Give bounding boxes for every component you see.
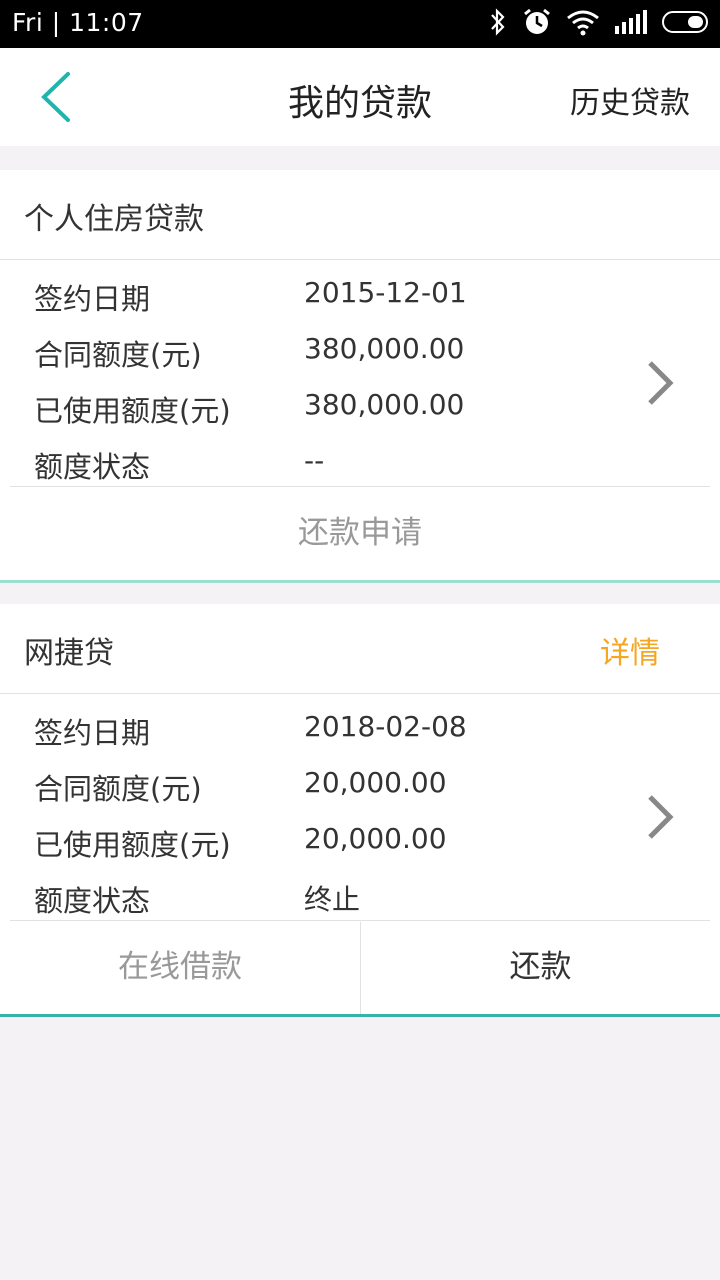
row-label: 已使用额度(元): [34, 828, 231, 862]
repay-button[interactable]: 还款: [361, 921, 720, 1014]
card-title: 网捷贷: [24, 636, 114, 671]
status-time: Fri | 11:07: [12, 8, 144, 37]
signal-icon: [614, 10, 648, 38]
row-value: 2018-02-08: [304, 710, 467, 743]
row-value: 20,000.00: [304, 766, 447, 799]
details-link[interactable]: 详情: [600, 628, 660, 672]
history-loans-button[interactable]: 历史贷款: [570, 78, 690, 122]
app-header: 我的贷款 历史贷款: [0, 48, 720, 146]
row-label: 合同额度(元): [34, 772, 202, 806]
row-value: 380,000.00: [304, 388, 465, 421]
row-label: 签约日期: [34, 716, 151, 750]
online-borrow-button[interactable]: 在线借款: [0, 921, 360, 1014]
battery-icon: [662, 11, 710, 37]
loan-summary-link[interactable]: 签约日期 2018-02-08 合同额度(元) 20,000.00 已使用额度(…: [0, 694, 720, 920]
row-value: 380,000.00: [304, 332, 465, 365]
row-value: 终止: [304, 883, 361, 916]
alarm-icon: [522, 7, 552, 41]
row-label: 额度状态: [34, 450, 151, 484]
row-value: 20,000.00: [304, 822, 447, 855]
card-title: 个人住房贷款: [24, 202, 204, 237]
loan-card-wangjiedai: 网捷贷 详情 签约日期 2018-02-08 合同额度(元) 20,000.00…: [0, 604, 720, 1017]
card-header: 个人住房贷款: [0, 170, 720, 260]
wifi-icon: [566, 8, 600, 40]
row-value: --: [304, 444, 325, 477]
repayment-application-button[interactable]: 还款申请: [0, 487, 720, 580]
loan-card-housing: 个人住房贷款 签约日期 2015-12-01 合同额度(元) 380,000.0…: [0, 170, 720, 583]
card-header: 网捷贷 详情: [0, 604, 720, 694]
chevron-right-icon: [648, 361, 674, 405]
status-icons: [488, 8, 710, 40]
row-label: 签约日期: [34, 282, 151, 316]
row-value: 2015-12-01: [304, 276, 467, 309]
chevron-right-icon: [648, 795, 674, 839]
bluetooth-icon: [488, 8, 508, 40]
loan-summary-link[interactable]: 签约日期 2015-12-01 合同额度(元) 380,000.00 已使用额度…: [0, 260, 720, 486]
row-label: 已使用额度(元): [34, 394, 231, 428]
row-label: 合同额度(元): [34, 338, 202, 372]
row-label: 额度状态: [34, 884, 151, 918]
status-bar: Fri | 11:07: [0, 0, 720, 48]
